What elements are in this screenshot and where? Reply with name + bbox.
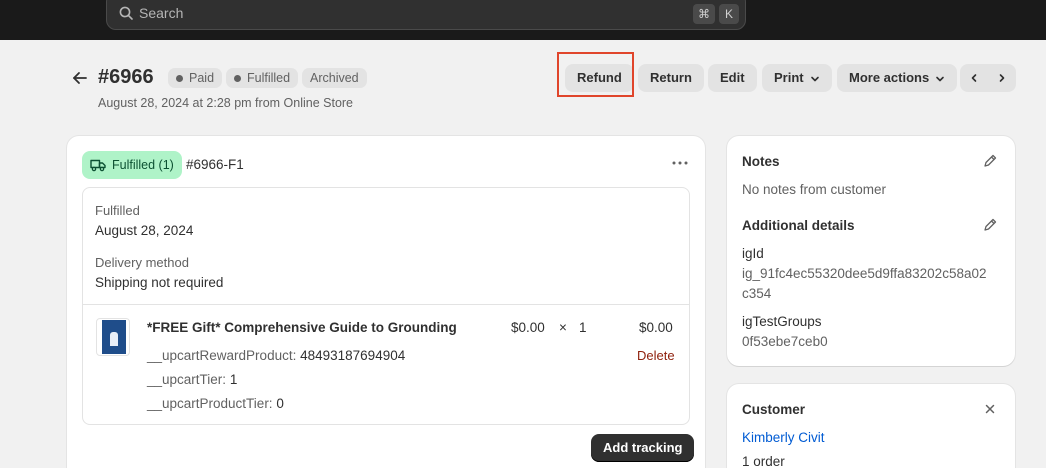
chevron-down-icon <box>810 76 819 81</box>
customer-title: Customer <box>742 402 806 417</box>
more-actions-button[interactable]: More actions <box>837 64 958 92</box>
fulfilled-date: August 28, 2024 <box>95 223 194 238</box>
print-button[interactable]: Print <box>762 64 832 92</box>
detail-key: igTestGroups <box>742 314 822 329</box>
divider <box>83 304 689 305</box>
search-placeholder: Search <box>139 5 184 21</box>
search-icon <box>119 6 133 20</box>
command-key-hint: ⌘ <box>693 4 715 24</box>
detail-value: 0f53ebe7ceb0 <box>742 334 828 349</box>
edit-pencil-icon[interactable] <box>982 217 998 233</box>
fulfilled-label: Fulfilled <box>95 203 140 218</box>
fulfilled-badge: Fulfilled (1) <box>82 151 182 179</box>
return-button[interactable]: Return <box>638 64 704 92</box>
edit-button[interactable]: Edit <box>708 64 757 92</box>
delivery-method-label: Delivery method <box>95 255 189 270</box>
notes-card <box>727 136 1015 366</box>
status-badge-paid: Paid <box>168 68 223 88</box>
edit-pencil-icon[interactable] <box>982 153 998 169</box>
previous-order-button[interactable] <box>960 64 988 92</box>
product-property: __upcartTier: 1 <box>147 372 238 387</box>
delivery-method-value: Shipping not required <box>95 275 224 290</box>
product-thumbnail[interactable] <box>96 318 130 356</box>
chevron-down-icon <box>936 76 944 81</box>
top-bar: Search ⌘ K <box>0 0 1046 40</box>
status-dot <box>234 75 241 82</box>
search-input[interactable]: Search ⌘ K <box>106 0 746 30</box>
status-badge-archived: Archived <box>302 68 367 88</box>
status-badge-fulfilled: Fulfilled <box>226 68 299 88</box>
customer-name-link[interactable]: Kimberly Civit <box>742 430 825 445</box>
refund-highlight-box <box>557 52 634 97</box>
next-order-button[interactable] <box>988 64 1016 92</box>
status-dot <box>176 75 183 82</box>
detail-value: ig_91fc4ec55320dee5d9ffa83202c58a02 <box>742 266 987 281</box>
order-subtitle: August 28, 2024 at 2:28 pm from Online S… <box>98 96 354 110</box>
product-title[interactable]: *FREE Gift* Comprehensive Guide to Groun… <box>147 320 457 335</box>
fulfillment-id: #6966-F1 <box>186 157 244 172</box>
close-icon[interactable] <box>982 401 998 417</box>
detail-key: igId <box>742 246 764 261</box>
times-sign: × <box>559 320 567 335</box>
truck-icon <box>90 159 106 172</box>
order-pagination <box>960 64 1016 92</box>
quantity: 1 <box>579 320 587 335</box>
product-property: __upcartProductTier: 0 <box>147 396 284 411</box>
product-property: __upcartRewardProduct: 48493187694904 <box>147 348 406 363</box>
notes-title: Notes <box>742 154 780 169</box>
add-tracking-button[interactable]: Add tracking <box>591 434 695 462</box>
chevron-right-icon <box>999 74 1005 82</box>
notes-text: No notes from customer <box>742 182 887 197</box>
ellipsis-icon <box>672 161 688 165</box>
customer-order-count: 1 order <box>742 454 785 468</box>
line-total: $0.00 <box>639 320 673 335</box>
unit-price: $0.00 <box>511 320 545 335</box>
chevron-left-icon <box>971 74 977 82</box>
delete-link[interactable]: Delete <box>637 348 675 363</box>
additional-details-title: Additional details <box>742 218 855 233</box>
more-options-button[interactable] <box>670 153 690 173</box>
detail-value-continued: c354 <box>742 286 772 301</box>
back-arrow-icon[interactable] <box>71 69 89 87</box>
k-key-hint: K <box>719 4 739 24</box>
page-title: #6966 <box>98 66 154 88</box>
